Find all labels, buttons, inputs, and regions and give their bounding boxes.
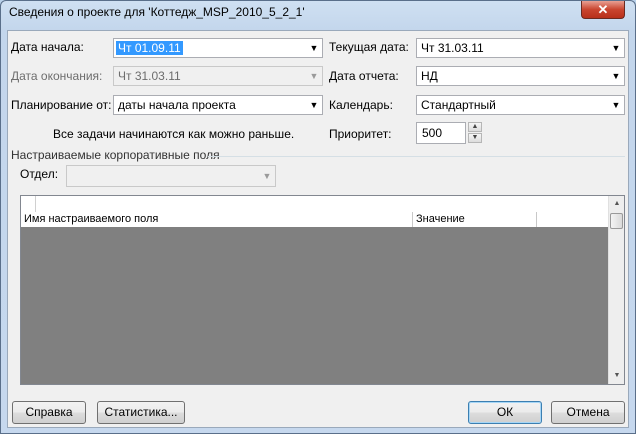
chevron-down-icon[interactable]: ▼ (262, 169, 272, 183)
column-header-value[interactable]: Значение (413, 212, 537, 227)
scroll-thumb[interactable] (610, 213, 623, 229)
grid-header: Имя настраиваемого поля Значение (21, 212, 608, 228)
grid-body (21, 227, 608, 384)
grid-edit-cell (21, 196, 36, 212)
start-date-label: Дата начала: (11, 40, 84, 54)
dialog-client-area: Дата начала: Чт 01.09.11 ▼ Дата окончани… (7, 30, 629, 428)
calendar-value: Стандартный (421, 98, 496, 112)
grid-edit-bar[interactable] (21, 196, 608, 213)
finish-date-label: Дата окончания: (11, 69, 103, 83)
priority-value: 500 (422, 126, 443, 140)
chevron-down-icon[interactable]: ▼ (309, 98, 319, 112)
column-header-field-name[interactable]: Имя настраиваемого поля (21, 212, 413, 227)
custom-fields-grid[interactable]: Имя настраиваемого поля Значение ▲ ▼ (20, 195, 625, 385)
window-title: Сведения о проекте для 'Коттедж_MSP_2010… (9, 5, 305, 19)
cancel-button[interactable]: Отмена (551, 401, 625, 424)
status-date-combo[interactable]: НД ▼ (416, 66, 625, 86)
schedule-note: Все задачи начинаются как можно раньше. (53, 127, 295, 141)
start-date-value: Чт 01.09.11 (116, 41, 183, 55)
chevron-down-icon[interactable]: ▼ (309, 69, 319, 83)
chevron-down-icon[interactable]: ▼ (309, 41, 319, 55)
priority-input[interactable]: 500 (416, 122, 466, 144)
project-info-dialog: Сведения о проекте для 'Коттедж_MSP_2010… (0, 0, 636, 434)
vertical-scrollbar[interactable]: ▲ ▼ (608, 196, 624, 384)
department-combo[interactable]: ▼ (66, 165, 276, 187)
statistics-button[interactable]: Статистика... (97, 401, 185, 424)
help-button[interactable]: Справка (12, 401, 86, 424)
group-divider (208, 156, 625, 157)
chevron-down-icon[interactable]: ▼ (611, 98, 621, 112)
custom-fields-group-title: Настраиваемые корпоративные поля (11, 148, 220, 162)
calendar-combo[interactable]: Стандартный ▼ (416, 95, 625, 115)
current-date-combo[interactable]: Чт 31.03.11 ▼ (416, 38, 625, 58)
schedule-from-value: даты начала проекта (118, 98, 236, 112)
chevron-down-icon[interactable]: ▼ (611, 69, 621, 83)
close-button[interactable]: ✕ (581, 1, 625, 19)
calendar-label: Календарь: (329, 98, 393, 112)
status-date-value: НД (421, 69, 438, 83)
scroll-down-icon[interactable]: ▼ (609, 368, 625, 384)
start-date-combo[interactable]: Чт 01.09.11 ▼ (113, 38, 323, 58)
current-date-value: Чт 31.03.11 (421, 41, 484, 55)
scroll-up-icon[interactable]: ▲ (609, 196, 625, 212)
schedule-from-combo[interactable]: даты начала проекта ▼ (113, 95, 323, 115)
finish-date-value: Чт 31.03.11 (118, 69, 181, 83)
schedule-from-label: Планирование от: (11, 98, 112, 112)
priority-label: Приоритет: (329, 127, 392, 141)
current-date-label: Текущая дата: (329, 40, 409, 54)
chevron-down-icon[interactable]: ▼ (611, 41, 621, 55)
status-date-label: Дата отчета: (329, 69, 399, 83)
spin-down-button[interactable]: ▼ (468, 133, 482, 143)
ok-button[interactable]: ОК (468, 401, 542, 424)
department-label: Отдел: (20, 167, 59, 181)
title-bar[interactable]: Сведения о проекте для 'Коттедж_MSP_2010… (1, 1, 635, 29)
finish-date-combo[interactable]: Чт 31.03.11 ▼ (113, 66, 323, 86)
spin-up-button[interactable]: ▲ (468, 122, 482, 132)
